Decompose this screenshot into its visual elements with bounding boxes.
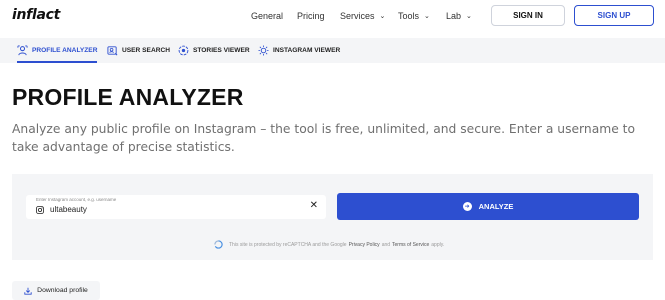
- nav-general[interactable]: General: [251, 11, 283, 21]
- sign-up-button[interactable]: SIGN UP: [574, 5, 654, 26]
- nav-tools[interactable]: Tools ⌄: [398, 11, 430, 21]
- arrow-right-icon: ➜: [462, 202, 472, 211]
- sign-in-button[interactable]: SIGN IN: [491, 5, 565, 26]
- tab-instagram-viewer[interactable]: INSTAGRAM VIEWER: [258, 38, 340, 63]
- page-title: PROFILE ANALYZER: [12, 84, 244, 110]
- nav-pricing[interactable]: Pricing: [297, 11, 325, 21]
- tab-user-search[interactable]: USER SEARCH: [107, 38, 170, 63]
- tool-tabs: PROFILE ANALYZER USER SEARCH STORIES VIE…: [0, 38, 665, 63]
- tab-profile-analyzer[interactable]: PROFILE ANALYZER: [17, 38, 98, 63]
- clear-icon[interactable]: ✕: [310, 201, 318, 211]
- privacy-policy-link[interactable]: Privacy Policy: [349, 242, 380, 248]
- username-input-value: ultabeauty: [50, 205, 87, 214]
- inflact-logo[interactable]: inflact: [12, 7, 60, 23]
- tab-stories-viewer[interactable]: STORIES VIEWER: [178, 38, 250, 63]
- username-input-placeholder: Enter Instagram account, e.g. username: [36, 197, 117, 202]
- user-search-icon: [107, 46, 118, 56]
- chevron-down-icon: ⌄: [466, 13, 472, 20]
- nav-services[interactable]: Services ⌄: [340, 11, 385, 21]
- analyzer-panel: Enter Instagram account, e.g. username u…: [12, 174, 653, 260]
- stories-viewer-icon: [178, 45, 189, 56]
- download-profile-button[interactable]: Download profile: [12, 281, 100, 300]
- profile-analyzer-icon: [17, 45, 28, 56]
- nav-lab[interactable]: Lab ⌄: [446, 11, 472, 21]
- terms-of-service-link[interactable]: Terms of Service: [392, 242, 429, 248]
- instagram-icon: [36, 206, 44, 214]
- top-header: inflact General Pricing Services ⌄ Tools ⌄…: [0, 0, 665, 34]
- analyze-button[interactable]: ➜ ANALYZE: [337, 193, 639, 220]
- download-icon: [24, 287, 32, 295]
- chevron-down-icon: ⌄: [379, 13, 386, 20]
- username-input[interactable]: Enter Instagram account, e.g. username u…: [26, 195, 326, 219]
- instagram-viewer-icon: [258, 45, 269, 56]
- recaptcha-notice: This site is protected by reCAPTCHA and …: [214, 240, 444, 249]
- chevron-down-icon: ⌄: [424, 13, 430, 20]
- recaptcha-icon: [214, 240, 223, 249]
- page-description: Analyze any public profile on Instagram …: [12, 122, 636, 154]
